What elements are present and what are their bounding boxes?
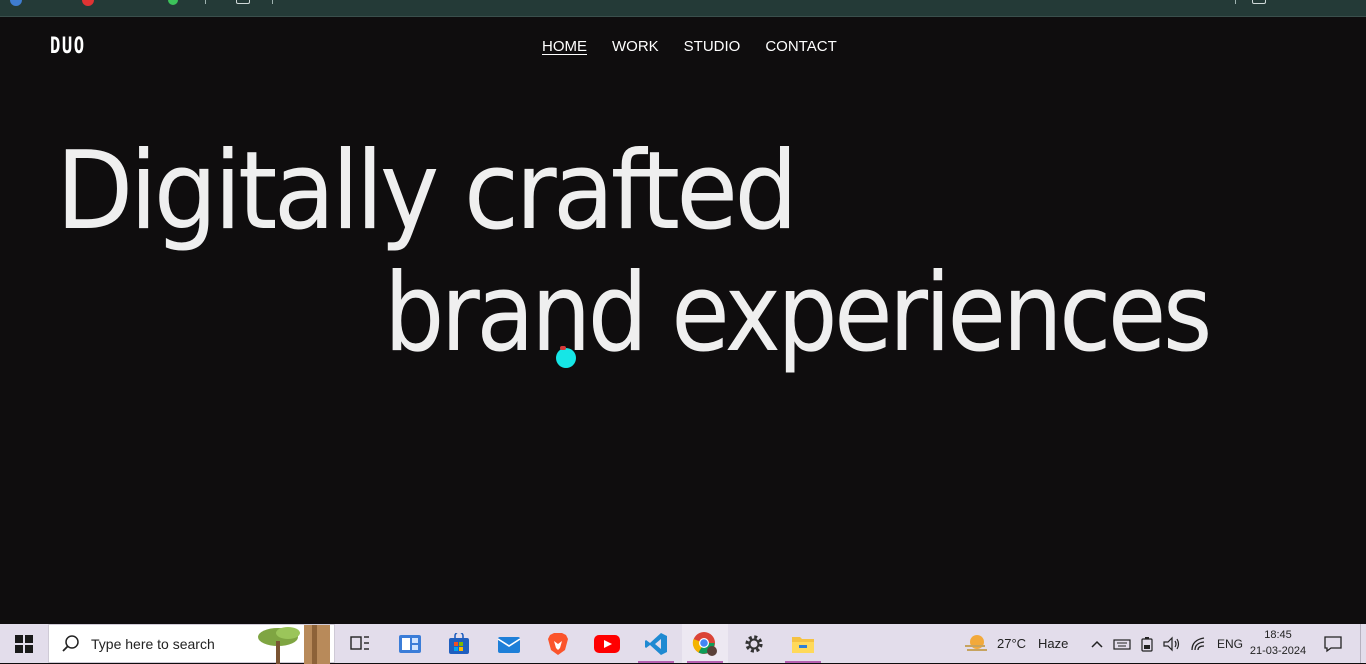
nav-contact-link[interactable]: CONTACT	[765, 38, 836, 56]
gear-icon	[745, 634, 763, 653]
windows-logo-icon	[15, 634, 33, 653]
taskbar-app-widgets[interactable]	[387, 624, 433, 663]
divider	[1235, 0, 1236, 4]
taskbar-app-chrome[interactable]	[682, 624, 728, 663]
taskbar-app-settings[interactable]	[731, 624, 777, 663]
volume-icon[interactable]	[1163, 636, 1181, 652]
search-icon	[62, 634, 79, 652]
show-desktop-button[interactable]	[1360, 624, 1361, 663]
window-icon[interactable]	[1252, 0, 1266, 4]
weather-temperature: 27°C	[997, 636, 1027, 651]
widgets-icon	[399, 634, 421, 653]
status-icon[interactable]	[168, 0, 178, 5]
chrome-icon	[692, 631, 717, 656]
taskbar-app-vscode[interactable]	[633, 624, 679, 663]
taskbar-app-brave[interactable]	[535, 624, 581, 663]
hero-headline-line1: Digitally crafted	[56, 129, 798, 254]
clock-time: 18:45	[1264, 629, 1292, 641]
language-indicator[interactable]: ENG	[1217, 637, 1243, 651]
chevron-up-icon[interactable]	[1090, 639, 1104, 649]
hero-headline-line2: brand experiences	[384, 251, 1212, 376]
weather-description: Haze	[1038, 636, 1069, 651]
search-highlight-tree-icon	[258, 625, 330, 664]
taskbar-app-store[interactable]	[436, 624, 482, 663]
youtube-icon	[594, 634, 620, 653]
notification-center-button[interactable]	[1318, 624, 1348, 663]
divider	[205, 0, 206, 4]
taskbar-app-mail[interactable]	[486, 624, 532, 663]
clock-date: 21-03-2024	[1249, 645, 1307, 657]
main-nav: HOME WORK STUDIO CONTACT	[542, 38, 837, 56]
microsoft-store-icon	[449, 632, 469, 654]
divider	[272, 0, 273, 4]
keyboard-icon[interactable]	[1113, 637, 1131, 651]
folder-icon	[792, 636, 814, 653]
custom-cursor	[556, 346, 576, 368]
nav-studio-link[interactable]: STUDIO	[684, 38, 741, 56]
mail-icon	[497, 636, 521, 653]
nav-work-link[interactable]: WORK	[612, 38, 659, 56]
browser-top-strip	[0, 0, 1366, 17]
taskbar-app-youtube[interactable]	[584, 624, 630, 663]
wifi-icon[interactable]	[1190, 636, 1208, 652]
taskbar-clock[interactable]: 18:45 21-03-2024	[1242, 627, 1314, 659]
site-logo[interactable]: DUO	[50, 34, 86, 60]
battery-icon[interactable]	[1140, 636, 1154, 652]
task-view-icon	[350, 635, 369, 650]
website-page: DUO HOME WORK STUDIO CONTACT Digitally c…	[0, 17, 1366, 624]
record-icon[interactable]	[82, 0, 94, 6]
haze-weather-icon	[965, 634, 987, 651]
nav-home-link[interactable]: HOME	[542, 38, 587, 56]
weather-widget[interactable]: 27°C Haze	[963, 624, 1075, 663]
taskbar-app-file-explorer[interactable]	[780, 624, 826, 663]
system-tray: ENG	[1090, 624, 1243, 663]
search-placeholder: Type here to search	[91, 635, 215, 652]
vscode-icon	[645, 632, 667, 655]
taskbar-search-box[interactable]: Type here to search	[48, 624, 335, 664]
start-button[interactable]	[0, 624, 48, 663]
brave-icon	[548, 632, 568, 655]
browser-icon[interactable]	[10, 0, 22, 6]
window-icon[interactable]	[236, 0, 250, 4]
windows-taskbar: Type here to search 27°C Haze ENG 18:45 …	[0, 624, 1366, 664]
task-view-button[interactable]	[337, 624, 383, 663]
notification-icon	[1324, 635, 1342, 652]
